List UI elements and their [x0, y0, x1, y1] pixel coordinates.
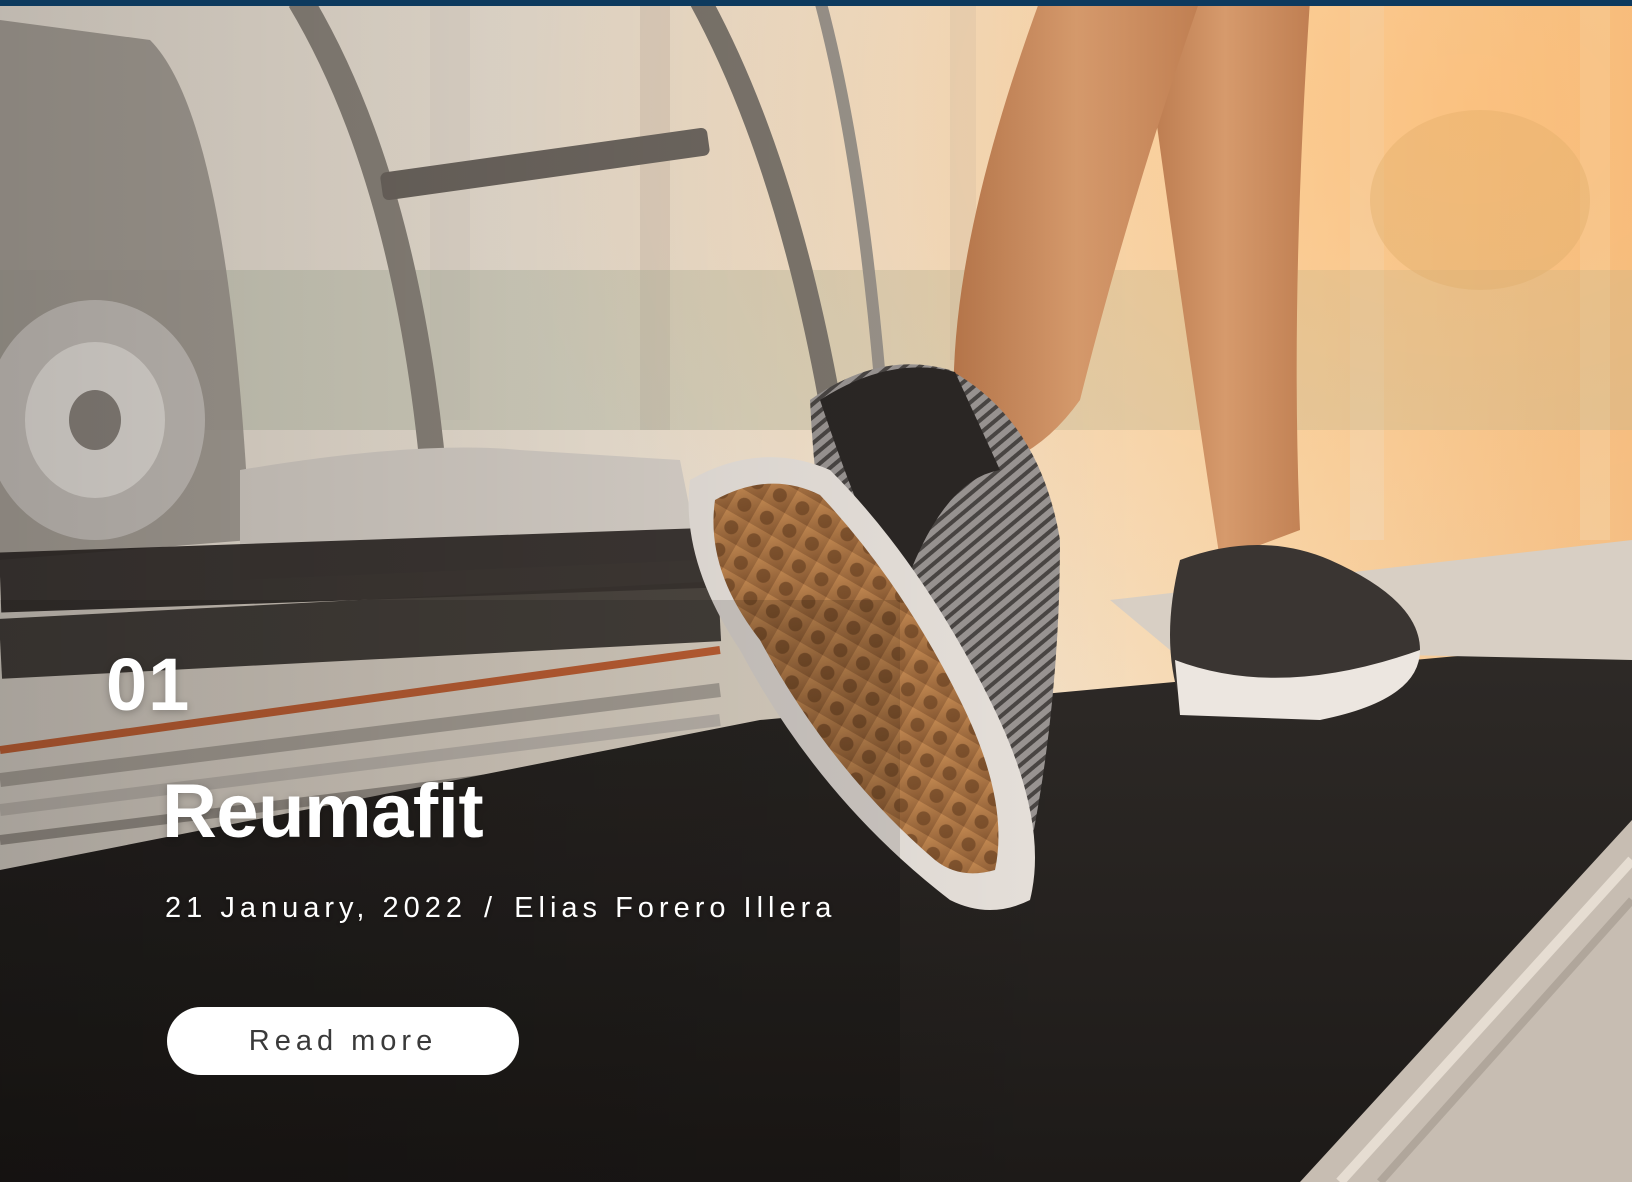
top-accent-bar [0, 0, 1632, 6]
post-meta: 21 January, 2022 / Elias Forero Illera [165, 892, 836, 925]
slide-number: 01 [106, 643, 191, 726]
post-date: 21 January, 2022 [165, 892, 467, 924]
meta-separator: / [484, 892, 498, 924]
post-author[interactable]: Elias Forero Illera [514, 892, 836, 924]
hero-slide: 01 Reumafit 21 January, 2022 / Elias For… [0, 0, 1632, 1182]
read-more-button[interactable]: Read more [167, 1007, 519, 1075]
slide-content: 01 Reumafit 21 January, 2022 / Elias For… [0, 0, 1632, 1182]
post-title[interactable]: Reumafit [162, 774, 484, 850]
